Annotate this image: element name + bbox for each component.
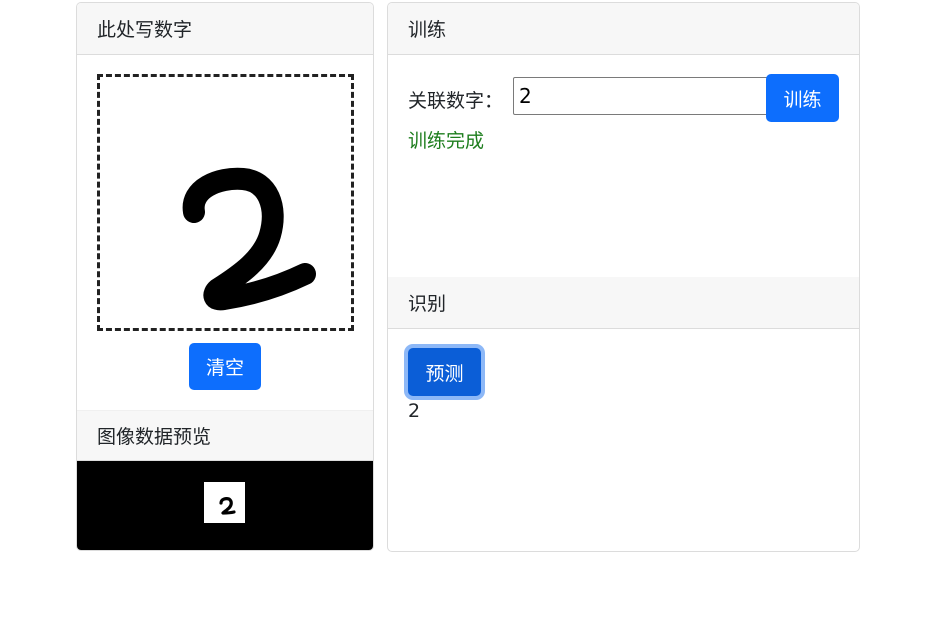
handwritten-digit-stroke xyxy=(182,167,316,311)
draw-card-header: 此处写数字 xyxy=(77,3,373,55)
digit-input[interactable] xyxy=(513,77,768,115)
train-card-header: 训练 xyxy=(388,3,859,55)
preview-header: 图像数据预览 xyxy=(77,410,373,461)
train-recognize-card: 训练 关联数字： 训练 训练完成 识别 预测 2 xyxy=(387,2,860,552)
digit-label: 关联数字： xyxy=(408,90,504,112)
prediction-result: 2 xyxy=(408,400,421,422)
train-card-title: 训练 xyxy=(408,19,447,41)
recognize-title: 识别 xyxy=(408,293,447,315)
preview-title: 图像数据预览 xyxy=(97,426,212,448)
drawing-canvas[interactable] xyxy=(97,74,354,331)
preview-thumbnail xyxy=(204,482,245,523)
recognize-header: 识别 xyxy=(388,277,859,329)
draw-card-title: 此处写数字 xyxy=(97,19,193,41)
image-preview-area xyxy=(77,461,373,550)
predict-button[interactable]: 预测 xyxy=(408,348,481,396)
preview-digit-stroke xyxy=(219,497,236,515)
train-status-text: 训练完成 xyxy=(408,130,485,152)
draw-card: 此处写数字 清空 图像数据预览 xyxy=(76,2,374,551)
clear-button[interactable]: 清空 xyxy=(189,343,261,390)
train-button[interactable]: 训练 xyxy=(766,74,839,122)
